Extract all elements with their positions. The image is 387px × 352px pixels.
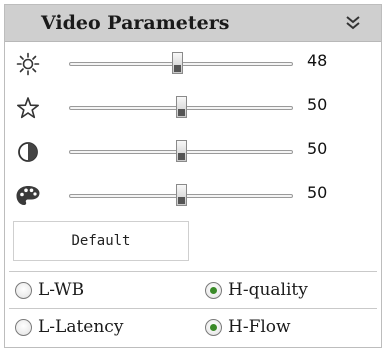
- video-parameters-panel: Video Parameters 48 50 50 50 Default L-W…: [4, 4, 382, 348]
- brightness-slider-thumb[interactable]: [171, 52, 183, 74]
- radio-l-latency[interactable]: L-Latency: [15, 312, 123, 342]
- radio-selected-dot: [210, 286, 217, 294]
- radio-selected-dot: [210, 323, 217, 331]
- palette-icon: [15, 183, 41, 209]
- radio-label-l-wb: L-WB: [38, 280, 85, 300]
- brightness-value: 48: [307, 51, 328, 70]
- radio-h-quality[interactable]: H-quality: [205, 275, 308, 305]
- sun-icon: [15, 51, 41, 77]
- saturation-slider-thumb[interactable]: [176, 96, 187, 118]
- radio-circle[interactable]: [205, 281, 222, 299]
- radio-circle[interactable]: [15, 281, 32, 299]
- radio-label-h-quality: H-quality: [228, 280, 308, 300]
- default-button[interactable]: Default: [13, 221, 189, 261]
- slider-row-saturation: 50: [5, 93, 381, 123]
- contrast-slider[interactable]: [69, 140, 293, 162]
- mode-options: L-WB H-quality L-Latency H-Flow: [9, 271, 377, 344]
- brightness-slider[interactable]: [69, 52, 293, 74]
- slider-row-brightness: 48: [5, 49, 381, 79]
- radio-label-l-latency: L-Latency: [38, 317, 124, 337]
- radio-label-h-flow: H-Flow: [228, 317, 291, 337]
- star-icon: [15, 95, 41, 121]
- slider-row-contrast: 50: [5, 137, 381, 167]
- saturation-value: 50: [307, 95, 328, 114]
- contrast-slider-thumb[interactable]: [176, 140, 187, 162]
- saturation-slider[interactable]: [69, 96, 293, 118]
- radio-circle[interactable]: [15, 318, 32, 336]
- contrast-value: 50: [307, 139, 328, 158]
- double-chevron-down-icon: [346, 16, 360, 30]
- collapse-button[interactable]: [341, 11, 365, 35]
- mode-divider: [9, 308, 377, 309]
- radio-h-flow[interactable]: H-Flow: [205, 312, 291, 342]
- hue-value: 50: [307, 183, 328, 202]
- radio-circle[interactable]: [205, 318, 222, 336]
- hue-slider-thumb[interactable]: [176, 184, 187, 206]
- panel-header[interactable]: Video Parameters: [5, 5, 381, 42]
- radio-l-wb[interactable]: L-WB: [15, 275, 84, 305]
- panel-title: Video Parameters: [41, 12, 230, 34]
- contrast-icon: [15, 139, 41, 165]
- hue-slider[interactable]: [69, 184, 293, 206]
- slider-row-hue: 50: [5, 181, 381, 211]
